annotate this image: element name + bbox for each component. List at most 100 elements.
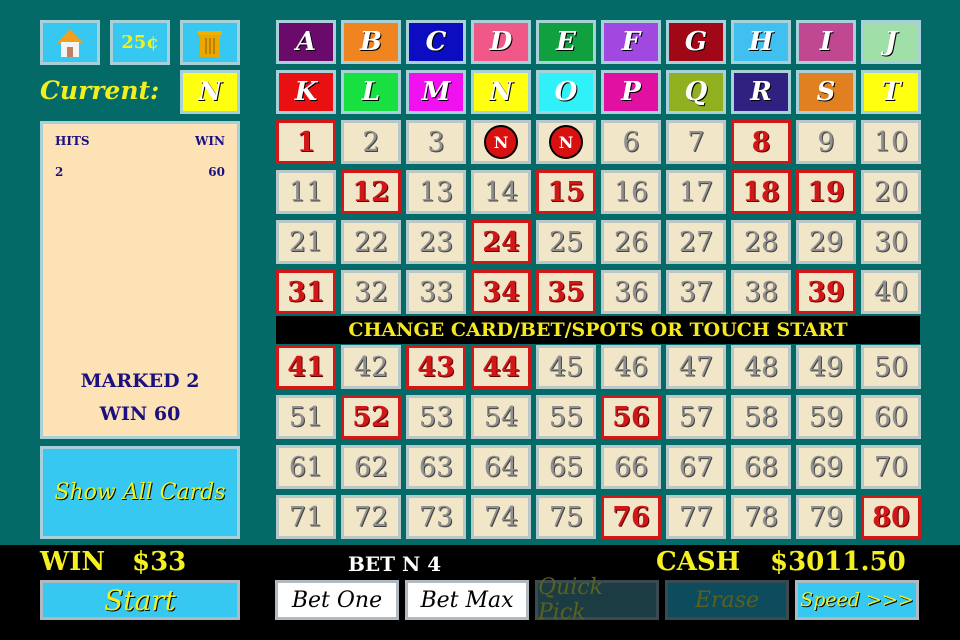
keno-spot-marked[interactable]: 24 bbox=[471, 220, 531, 264]
keno-spot[interactable]: 23 bbox=[406, 220, 466, 264]
keno-spot[interactable]: 59 bbox=[796, 395, 856, 439]
keno-spot-marked[interactable]: 56 bbox=[601, 395, 661, 439]
start-button[interactable]: Start bbox=[40, 580, 240, 620]
keno-spot-marked[interactable]: 80 bbox=[861, 495, 921, 539]
keno-spot[interactable]: 48 bbox=[731, 345, 791, 389]
keno-spot[interactable]: 36 bbox=[601, 270, 661, 314]
keno-spot[interactable]: 71 bbox=[276, 495, 336, 539]
card-n-button[interactable]: N bbox=[471, 70, 531, 114]
keno-spot[interactable]: 13 bbox=[406, 170, 466, 214]
keno-spot[interactable]: 73 bbox=[406, 495, 466, 539]
keno-spot[interactable]: 67 bbox=[666, 445, 726, 489]
card-q-button[interactable]: Q bbox=[666, 70, 726, 114]
card-c-button[interactable]: C bbox=[406, 20, 466, 64]
card-l-button[interactable]: L bbox=[341, 70, 401, 114]
keno-spot-marked[interactable]: 41 bbox=[276, 345, 336, 389]
keno-spot[interactable]: 79 bbox=[796, 495, 856, 539]
keno-spot[interactable]: 58 bbox=[731, 395, 791, 439]
keno-spot[interactable]: 54 bbox=[471, 395, 531, 439]
card-h-button[interactable]: H bbox=[731, 20, 791, 64]
card-t-button[interactable]: T bbox=[861, 70, 921, 114]
card-s-button[interactable]: S bbox=[796, 70, 856, 114]
keno-spot-marked[interactable]: 19 bbox=[796, 170, 856, 214]
keno-spot-marked[interactable]: 35 bbox=[536, 270, 596, 314]
keno-spot[interactable]: 38 bbox=[731, 270, 791, 314]
keno-spot[interactable]: 64 bbox=[471, 445, 531, 489]
card-e-button[interactable]: E bbox=[536, 20, 596, 64]
keno-spot[interactable]: 65 bbox=[536, 445, 596, 489]
keno-spot-marked[interactable]: 44 bbox=[471, 345, 531, 389]
keno-spot-marked[interactable]: 15 bbox=[536, 170, 596, 214]
keno-spot[interactable]: 72 bbox=[341, 495, 401, 539]
card-j-button[interactable]: J bbox=[861, 20, 921, 64]
keno-spot[interactable]: 74 bbox=[471, 495, 531, 539]
keno-spot[interactable]: 16 bbox=[601, 170, 661, 214]
bet-max-button[interactable]: Bet Max bbox=[405, 580, 529, 620]
keno-spot[interactable]: 28 bbox=[731, 220, 791, 264]
keno-spot-marked[interactable]: 1 bbox=[276, 120, 336, 164]
keno-spot[interactable]: 40 bbox=[861, 270, 921, 314]
keno-spot[interactable]: 9 bbox=[796, 120, 856, 164]
keno-spot[interactable]: 14 bbox=[471, 170, 531, 214]
quick-pick-button[interactable]: Quick Pick bbox=[535, 575, 659, 625]
keno-spot[interactable]: 2 bbox=[341, 120, 401, 164]
keno-spot[interactable]: 46 bbox=[601, 345, 661, 389]
card-m-button[interactable]: M bbox=[406, 70, 466, 114]
keno-spot[interactable]: 49 bbox=[796, 345, 856, 389]
keno-spot[interactable]: 60 bbox=[861, 395, 921, 439]
keno-spot[interactable]: 21 bbox=[276, 220, 336, 264]
card-i-button[interactable]: I bbox=[796, 20, 856, 64]
bet-one-button[interactable]: Bet One bbox=[275, 580, 399, 620]
erase-button[interactable]: Erase bbox=[665, 580, 789, 620]
keno-spot[interactable]: 7 bbox=[666, 120, 726, 164]
keno-spot[interactable]: 62 bbox=[341, 445, 401, 489]
keno-spot[interactable]: 63 bbox=[406, 445, 466, 489]
keno-spot[interactable]: 42 bbox=[341, 345, 401, 389]
keno-spot[interactable]: 69 bbox=[796, 445, 856, 489]
keno-spot[interactable]: 61 bbox=[276, 445, 336, 489]
keno-spot[interactable]: 50 bbox=[861, 345, 921, 389]
keno-spot[interactable]: 6 bbox=[601, 120, 661, 164]
card-k-button[interactable]: K bbox=[276, 70, 336, 114]
keno-spot-marked[interactable]: 43 bbox=[406, 345, 466, 389]
keno-spot[interactable]: 78 bbox=[731, 495, 791, 539]
keno-spot[interactable]: 68 bbox=[731, 445, 791, 489]
card-g-button[interactable]: G bbox=[666, 20, 726, 64]
keno-spot[interactable]: 22 bbox=[341, 220, 401, 264]
keno-spot-marked[interactable]: 18 bbox=[731, 170, 791, 214]
keno-spot[interactable]: 47 bbox=[666, 345, 726, 389]
keno-spot[interactable]: 30 bbox=[861, 220, 921, 264]
keno-spot[interactable]: 37 bbox=[666, 270, 726, 314]
card-a-button[interactable]: A bbox=[276, 20, 336, 64]
keno-spot[interactable]: 45 bbox=[536, 345, 596, 389]
keno-spot[interactable]: 10 bbox=[861, 120, 921, 164]
card-p-button[interactable]: P bbox=[601, 70, 661, 114]
keno-spot[interactable]: 32 bbox=[341, 270, 401, 314]
keno-spot-marked[interactable]: 76 bbox=[601, 495, 661, 539]
keno-spot[interactable]: 66 bbox=[601, 445, 661, 489]
home-button[interactable] bbox=[40, 20, 100, 65]
keno-spot[interactable]: 57 bbox=[666, 395, 726, 439]
keno-spot[interactable]: 27 bbox=[666, 220, 726, 264]
denomination-button[interactable]: 25¢ bbox=[110, 20, 170, 65]
keno-spot[interactable]: 25 bbox=[536, 220, 596, 264]
keno-spot-marked[interactable]: 39 bbox=[796, 270, 856, 314]
card-d-button[interactable]: D bbox=[471, 20, 531, 64]
card-b-button[interactable]: B bbox=[341, 20, 401, 64]
keno-spot[interactable]: 17 bbox=[666, 170, 726, 214]
keno-spot[interactable]: 75 bbox=[536, 495, 596, 539]
show-all-cards-button[interactable]: Show All Cards bbox=[40, 446, 240, 539]
keno-spot-marked[interactable]: 34 bbox=[471, 270, 531, 314]
keno-spot[interactable]: 77 bbox=[666, 495, 726, 539]
keno-spot[interactable]: 29 bbox=[796, 220, 856, 264]
keno-spot[interactable]: 33 bbox=[406, 270, 466, 314]
keno-spot[interactable]: 55 bbox=[536, 395, 596, 439]
keno-spot[interactable]: 51 bbox=[276, 395, 336, 439]
keno-spot[interactable]: 11 bbox=[276, 170, 336, 214]
keno-spot[interactable]: 53 bbox=[406, 395, 466, 439]
keno-spot-hit[interactable]: N bbox=[536, 120, 596, 164]
keno-spot-hit[interactable]: N bbox=[471, 120, 531, 164]
keno-spot-marked[interactable]: 31 bbox=[276, 270, 336, 314]
keno-spot-marked[interactable]: 12 bbox=[341, 170, 401, 214]
keno-spot[interactable]: 20 bbox=[861, 170, 921, 214]
